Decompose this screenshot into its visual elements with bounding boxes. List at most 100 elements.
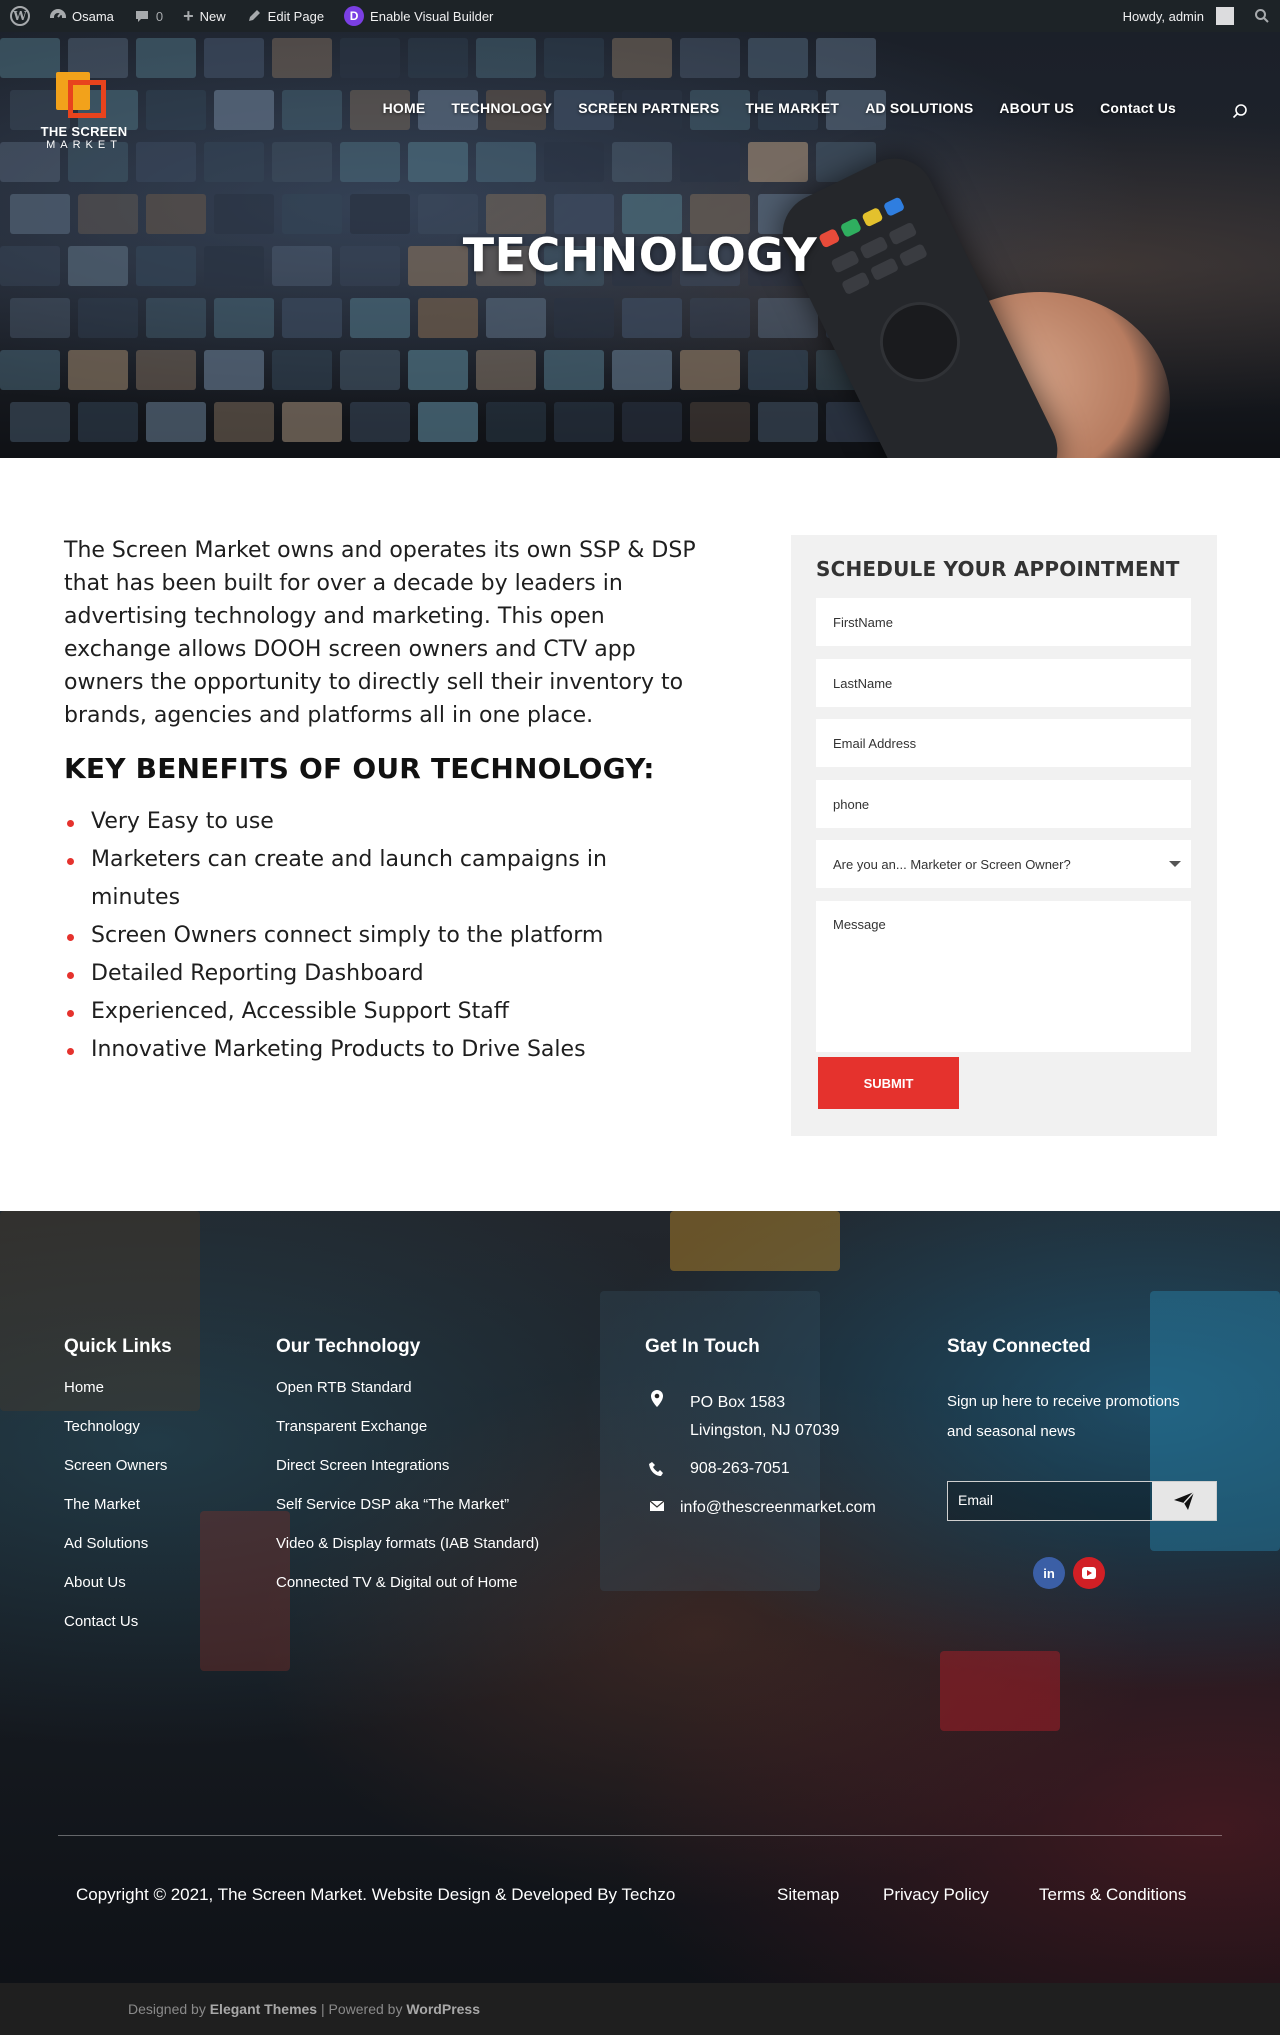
footer-link-screen-owners[interactable]: Screen Owners (64, 1457, 172, 1496)
footer-link-home[interactable]: Home (64, 1379, 172, 1418)
email-row[interactable]: info@thescreenmarket.com (648, 1499, 876, 1517)
hero-banner: TECHNOLOGY (0, 32, 1280, 458)
first-name-field[interactable]: FirstName (816, 598, 1191, 646)
footer-link-transparent-exchange[interactable]: Transparent Exchange (276, 1418, 539, 1457)
comment-icon (135, 11, 148, 22)
role-select-value: Are you an... Marketer or Screen Owner? (833, 856, 1071, 872)
nav-home[interactable]: HOME (383, 100, 426, 116)
screen-tile (282, 298, 342, 338)
footer-link-connected-tv[interactable]: Connected TV & Digital out of Home (276, 1574, 539, 1613)
footer-link-terms[interactable]: Terms & Conditions (1039, 1885, 1186, 1905)
screen-tile (272, 142, 332, 182)
screen-tile (418, 402, 478, 442)
site-name: Osama (72, 8, 114, 24)
header-search-icon[interactable] (1232, 103, 1248, 119)
visual-builder-link[interactable]: D Enable Visual Builder (334, 0, 503, 32)
screen-tile (408, 350, 468, 390)
list-item: Marketers can create and launch campaign… (64, 841, 624, 917)
footer-link-self-service-dsp[interactable]: Self Service DSP aka “The Market” (276, 1496, 539, 1535)
screen-tile (146, 402, 206, 442)
screen-tile (10, 298, 70, 338)
new-content-link[interactable]: + New (173, 0, 236, 32)
footer-link-privacy-policy[interactable]: Privacy Policy (883, 1885, 989, 1905)
phone-field[interactable]: phone (816, 780, 1191, 828)
screen-tile (340, 142, 400, 182)
footer-link-video-display[interactable]: Video & Display formats (IAB Standard) (276, 1535, 539, 1574)
site-name-link[interactable]: Osama (40, 0, 124, 32)
screen-tile (554, 298, 614, 338)
divi-icon: D (344, 6, 365, 26)
footer-link-technology[interactable]: Technology (64, 1418, 172, 1457)
site-logo[interactable]: THE SCREEN MARKET (34, 72, 134, 152)
phone-row[interactable]: 908-263-7051 (648, 1460, 790, 1478)
credits-bar: Designed by Elegant Themes | Powered by … (0, 1983, 1280, 2035)
wordpress-menu[interactable]: W (0, 0, 40, 32)
screen-tile (68, 350, 128, 390)
footer (0, 1211, 1280, 1983)
screen-tile (340, 38, 400, 78)
footer-link-contact-us[interactable]: Contact Us (64, 1613, 172, 1652)
phone-number: 908-263-7051 (690, 1460, 790, 1477)
powered-by-label: | Powered by (320, 2001, 403, 2017)
admin-search-button[interactable] (1244, 0, 1280, 32)
last-name-field[interactable]: LastName (816, 659, 1191, 707)
footer-link-sitemap[interactable]: Sitemap (777, 1885, 839, 1905)
nav-ad-solutions[interactable]: AD SOLUTIONS (865, 100, 973, 116)
nav-about-us[interactable]: ABOUT US (999, 100, 1074, 116)
screen-tile (272, 38, 332, 78)
signup-text: Sign up here to receive promotions and s… (947, 1393, 1180, 1440)
screen-tile (476, 38, 536, 78)
screen-tile (418, 298, 478, 338)
screen-tile (758, 298, 818, 338)
screen-tile (214, 298, 274, 338)
comments-count: 0 (155, 8, 164, 24)
footer-link-about-us[interactable]: About Us (64, 1574, 172, 1613)
play-icon (1082, 1567, 1096, 1579)
email-address: info@thescreenmarket.com (680, 1499, 876, 1516)
screen-tile (612, 142, 672, 182)
screen-tile (680, 142, 740, 182)
nav-the-market[interactable]: THE MARKET (745, 100, 839, 116)
role-select[interactable]: Are you an... Marketer or Screen Owner? (816, 840, 1191, 888)
footer-link-direct-screen[interactable]: Direct Screen Integrations (276, 1457, 539, 1496)
linkedin-icon[interactable]: in (1033, 1557, 1065, 1589)
email-field[interactable]: Email Address (816, 719, 1191, 767)
my-account-menu[interactable]: Howdy, admin (1113, 0, 1244, 32)
address-line1: PO Box 1583 (690, 1394, 786, 1411)
copyright-text: Copyright © 2021, The Screen Market. Web… (76, 1885, 676, 1904)
list-item: Experienced, Accessible Support Staff (64, 993, 624, 1031)
logo-frame (68, 80, 106, 118)
newsletter-submit-button[interactable] (1152, 1482, 1216, 1520)
screen-tile (0, 350, 60, 390)
elegant-themes-link[interactable]: Elegant Themes (210, 2001, 317, 2017)
screen-tile (554, 402, 614, 442)
phone-icon (649, 1462, 663, 1476)
nav-technology[interactable]: TECHNOLOGY (451, 100, 552, 116)
submit-button[interactable]: SUBMIT (818, 1057, 959, 1109)
screen-tile (146, 90, 206, 130)
benefits-heading: KEY BENEFITS OF OUR TECHNOLOGY: (64, 752, 655, 785)
screen-tile (350, 298, 410, 338)
footer-link-open-rtb[interactable]: Open RTB Standard (276, 1379, 539, 1418)
wordpress-link[interactable]: WordPress (406, 2001, 480, 2017)
screen-tile (612, 38, 672, 78)
screen-tile (282, 90, 342, 130)
nav-screen-partners[interactable]: SCREEN PARTNERS (578, 100, 719, 116)
edit-page-link[interactable]: Edit Page (236, 0, 334, 32)
new-label: New (199, 8, 226, 24)
plus-icon: + (183, 5, 194, 26)
screen-tile (622, 298, 682, 338)
message-field[interactable]: Message (816, 901, 1191, 1052)
address-line2: Livingston, NJ 07039 (690, 1422, 840, 1439)
footer-link-ad-solutions[interactable]: Ad Solutions (64, 1535, 172, 1574)
screen-tile (816, 38, 876, 78)
screen-tile (282, 402, 342, 442)
footer-link-the-market[interactable]: The Market (64, 1496, 172, 1535)
screen-tile (758, 402, 818, 442)
youtube-icon[interactable] (1073, 1557, 1105, 1589)
newsletter-email-input[interactable]: Email (948, 1482, 1152, 1520)
nav-contact-us[interactable]: Contact Us (1100, 100, 1176, 116)
screen-tile (10, 402, 70, 442)
screen-tile (204, 38, 264, 78)
comments-link[interactable]: 0 (124, 0, 173, 32)
